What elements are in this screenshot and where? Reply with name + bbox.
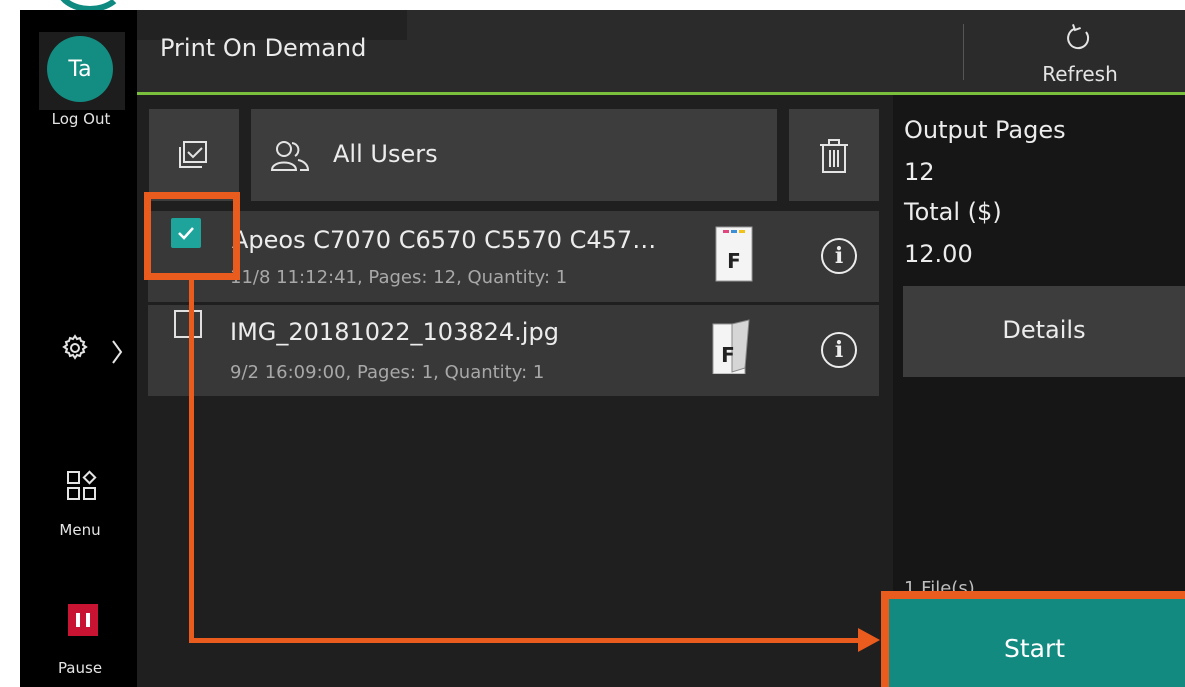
page-title: Print On Demand — [160, 34, 367, 62]
logout-label[interactable]: Log Out — [36, 110, 126, 128]
document-letter: F — [727, 249, 741, 273]
image-file-icon: F — [712, 319, 750, 374]
info-icon[interactable]: i — [821, 332, 857, 368]
document-letter: F — [721, 343, 735, 367]
job-name: Apeos C7070 C6570 C5570 C457… — [232, 226, 657, 254]
avatar[interactable]: Ta — [47, 36, 113, 102]
total-value: 12.00 — [904, 240, 973, 268]
left-edge — [0, 10, 20, 687]
output-pages-value: 12 — [904, 158, 935, 186]
job-name: IMG_20181022_103824.jpg — [230, 318, 559, 346]
job-meta: 11/8 11:12:41, Pages: 12, Quantity: 1 — [230, 267, 568, 288]
annotation-arrow-line-horizontal — [189, 638, 861, 643]
job-list-item[interactable] — [148, 211, 879, 302]
details-button[interactable]: Details — [903, 286, 1185, 377]
trash-icon — [820, 139, 848, 173]
annotation-highlight-checkbox — [144, 192, 240, 280]
total-label: Total ($) — [904, 198, 1002, 226]
pause-icon[interactable] — [68, 604, 98, 636]
user-filter-button[interactable] — [251, 109, 777, 201]
info-icon[interactable]: i — [821, 238, 857, 274]
menu-grid-icon[interactable] — [66, 470, 98, 502]
user-filter-label: All Users — [333, 140, 438, 168]
refresh-button[interactable]: Refresh — [1020, 62, 1140, 86]
select-all-icon — [179, 141, 207, 168]
gear-icon[interactable] — [60, 333, 90, 363]
annotation-highlight-start — [881, 591, 1185, 687]
chevron-right-icon[interactable] — [110, 338, 124, 366]
users-icon — [270, 141, 310, 171]
refresh-icon[interactable] — [1062, 22, 1094, 54]
output-pages-label: Output Pages — [904, 116, 1066, 144]
document-icon: F — [715, 226, 753, 282]
annotation-arrow-head — [858, 628, 880, 652]
job-meta: 9/2 16:09:00, Pages: 1, Quantity: 1 — [230, 362, 545, 383]
top-band — [0, 0, 1185, 10]
header-divider — [963, 24, 964, 80]
pause-label[interactable]: Pause — [40, 659, 120, 677]
job-checkbox-unchecked[interactable] — [174, 310, 202, 338]
menu-label[interactable]: Menu — [40, 521, 120, 539]
annotation-arrow-line-vertical — [189, 278, 194, 643]
